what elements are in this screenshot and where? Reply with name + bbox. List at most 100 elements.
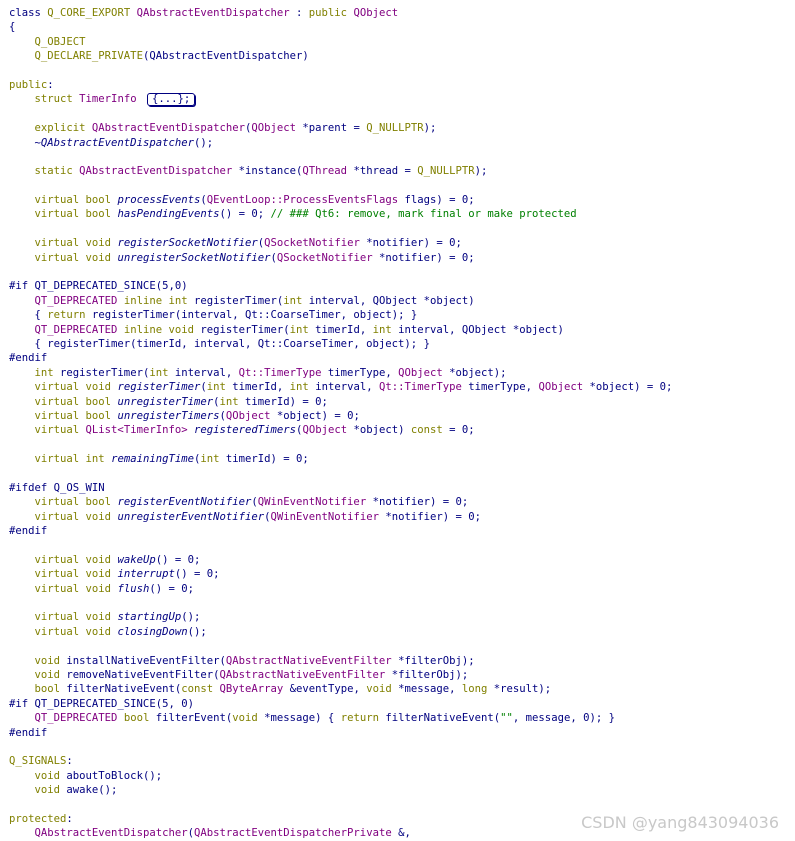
code-token: virtual void xyxy=(34,381,118,394)
code-token: static xyxy=(34,165,80,178)
code-token: const xyxy=(181,683,220,696)
code-line: protected: xyxy=(9,812,672,826)
code-line: virtual void closingDown(); xyxy=(9,625,672,639)
code-editor[interactable]: class Q_CORE_EXPORT QAbstractEventDispat… xyxy=(9,6,672,841)
code-token: closingDown xyxy=(117,625,188,638)
code-token: long xyxy=(461,683,494,696)
code-token: : xyxy=(66,755,73,768)
code-token: &eventType, xyxy=(289,683,367,696)
code-token: ~QAbstractEventDispatcher xyxy=(34,136,194,149)
code-token: timerId) = 0; xyxy=(245,395,328,408)
code-token: unregisterSocketNotifier xyxy=(117,251,271,264)
code-token: virtual int xyxy=(34,453,112,466)
code-line: #endif xyxy=(9,351,672,365)
code-token: QWinEventNotifier xyxy=(270,510,386,523)
code-token: interval, QObject *object) xyxy=(308,294,475,307)
code-token: *notifier) = 0; xyxy=(372,496,469,509)
code-line: virtual void flush() = 0; xyxy=(9,582,672,596)
code-token: void xyxy=(366,683,399,696)
code-line: virtual bool registerEventNotifier(QWinE… xyxy=(9,495,672,509)
code-token: filterNativeEvent( xyxy=(385,712,501,725)
code-token: QAbstractEventDispatcher xyxy=(34,827,188,840)
code-token: *result); xyxy=(493,683,552,696)
code-token: Q_OBJECT xyxy=(34,35,86,48)
code-token: virtual xyxy=(34,424,86,437)
code-line: virtual void unregisterEventNotifier(QWi… xyxy=(9,510,672,524)
code-token: QByteArray xyxy=(219,683,290,696)
code-token: *notifier) = 0; xyxy=(385,510,482,523)
code-token: "" xyxy=(500,712,513,725)
code-line: void removeNativeEventFilter(QAbstractNa… xyxy=(9,668,672,682)
code-token: bool xyxy=(34,683,67,696)
code-line: virtual void interrupt() = 0; xyxy=(9,567,672,581)
code-token: QThread xyxy=(302,165,354,178)
code-token: inline int xyxy=(123,294,194,307)
code-token: bool xyxy=(123,712,156,725)
code-token: registerTimer xyxy=(117,381,201,394)
code-token: return xyxy=(340,712,386,725)
code-token: = 0; xyxy=(449,424,475,437)
code-token: QObject xyxy=(302,424,354,437)
code-token: void xyxy=(34,769,67,782)
code-token: QT_DEPRECATED xyxy=(34,712,124,725)
code-token: timerType, xyxy=(468,381,539,394)
code-token: () = 0; xyxy=(174,568,220,581)
fold-toggle[interactable]: {...}; xyxy=(146,93,196,107)
code-token: void xyxy=(34,654,67,667)
code-token: inline void xyxy=(123,323,201,336)
code-token: registerSocketNotifier xyxy=(117,237,258,250)
code-token: virtual bool xyxy=(34,395,118,408)
code-line: virtual void startingUp(); xyxy=(9,610,672,624)
code-line: ~QAbstractEventDispatcher(); xyxy=(9,136,672,150)
code-token: virtual void xyxy=(34,553,118,566)
code-token: interval, QObject *object) xyxy=(398,323,564,336)
code-line: Q_SIGNALS: xyxy=(9,754,672,768)
code-token: QAbstractEventDispatcher xyxy=(79,165,239,178)
code-line: virtual bool processEvents(QEventLoop::P… xyxy=(9,193,672,207)
code-token: *filterObj); xyxy=(391,668,469,681)
code-token: QObject xyxy=(538,381,590,394)
code-token: QSocketNotifier xyxy=(276,251,379,264)
code-token: QT_DEPRECATED xyxy=(34,294,124,307)
code-token: awake(); xyxy=(66,784,118,797)
code-token: ); xyxy=(474,165,488,178)
code-token: *object) xyxy=(353,424,411,437)
code-token: registerTimer( xyxy=(200,323,290,336)
code-token: interval, xyxy=(315,381,379,394)
code-token: int xyxy=(289,323,316,336)
code-token: { registerTimer(timerId, interval, Qt::C… xyxy=(9,337,430,350)
code-token: QAbstractEventDispatcher xyxy=(91,122,245,135)
code-line: virtual void registerSocketNotifier(QSoc… xyxy=(9,236,672,250)
code-token: TimerInfo xyxy=(79,93,143,106)
code-token: (QAbstractEventDispatcher) xyxy=(142,50,309,63)
code-token: QAbstractEventDispatcherPrivate xyxy=(193,827,399,840)
code-token: QT_DEPRECATED xyxy=(34,323,124,336)
code-line: explicit QAbstractEventDispatcher(QObjec… xyxy=(9,121,672,135)
code-token: int xyxy=(289,381,316,394)
code-line: QAbstractEventDispatcher(QAbstractEventD… xyxy=(9,826,672,840)
